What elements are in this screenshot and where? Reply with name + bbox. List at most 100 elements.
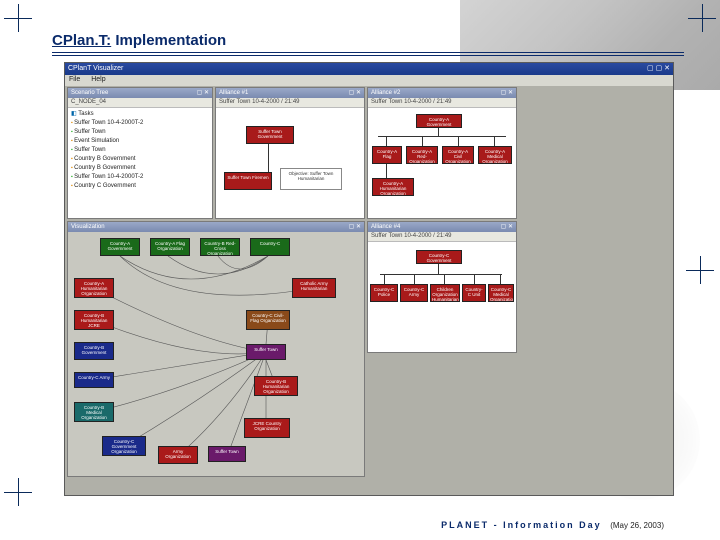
org-box[interactable]: Country-A Flag [372,146,402,164]
corner-mark-icon [688,4,716,32]
diagram-node[interactable]: Country-B Government [74,342,114,360]
diagram-node[interactable]: Catholic Army Humanitarian [292,278,336,298]
connector-line [268,144,269,172]
window-titlebar[interactable]: CPlanT Visualizer ▢ ▢ ✕ [65,63,673,75]
org-root-box[interactable]: Country-C Government [416,250,462,264]
connector-line [384,274,385,284]
org-box[interactable]: Country-C Medical Organization [488,284,514,302]
connector-line [438,264,439,274]
pane-titlebar[interactable]: Visualization ▢ ✕ [68,222,364,232]
diagram-node[interactable]: Suffer Town [208,446,246,462]
pane-titlebar[interactable]: Alliance #4 ▢ ✕ [368,222,516,232]
title-app-name: CPlan.T: [52,32,111,49]
org-box[interactable]: Country-C Unit [462,284,486,302]
tree-item[interactable]: Event Simulation [71,137,209,146]
connector-line [422,136,423,146]
connector-line [380,274,502,275]
connector-line [386,164,387,178]
org-root-box[interactable]: Country-A Government [416,114,462,128]
connector-line [494,136,495,146]
tree-item[interactable]: Suffer Town 10-4-2000T-2 [71,173,209,182]
tree-body[interactable]: Tasks Suffer Town 10-4-2000T-2 Suffer To… [68,108,212,193]
pane-title-text: Visualization [71,223,105,231]
org-box[interactable]: Children Organization Humanitarian [430,284,460,302]
org-box[interactable]: Country-A Medical Organization [478,146,512,164]
tree-item[interactable]: Suffer Town [71,146,209,155]
pane-controls-icon[interactable]: ▢ ✕ [501,223,513,231]
diagram-node[interactable]: Country-A Humanitarian Organization [74,278,114,298]
pane-toolbar: Suffer Town 10-4-2000 / 21:49 [368,98,516,108]
corner-mark-icon [4,478,32,506]
connector-line [378,136,506,137]
diagram-node[interactable]: Country-C Government Organization [102,436,146,456]
diagram-canvas[interactable]: Country-A Government Country-A Flag Organ… [68,232,364,476]
scenario-tree-pane: Scenario Tree ▢ ✕ C_NODE_04 Tasks Suffer… [67,87,213,219]
diagram-node[interactable]: Country-A Government [100,238,140,256]
connector-line [438,128,439,136]
tree-item[interactable]: Country B Government [71,155,209,164]
footer-text: PLANET - Information Day [441,520,602,530]
title-text: Implementation [111,32,226,49]
pane-toolbar: Suffer Town 10-4-2000 / 21:49 [368,232,516,242]
pane-controls-icon[interactable]: ▢ ✕ [501,89,513,97]
diagram-node[interactable]: Country-B Medical Organization [74,402,114,422]
connector-line [386,136,387,146]
org-box[interactable]: Country-C Police [370,284,398,302]
pane-titlebar[interactable]: Alliance #2 ▢ ✕ [368,88,516,98]
diagram-node[interactable]: Country-B Red-Cross Organization [200,238,240,256]
corner-mark-icon [686,256,714,284]
objective-box[interactable]: Objective: Suffer Town Humanitarian [280,168,342,190]
pane-title-text: Scenario Tree [71,89,108,97]
tree-item[interactable]: Country C Government [71,182,209,191]
toolbar-field[interactable]: C_NODE_04 [71,99,106,105]
diagram-node[interactable]: Country-B Humanitarian Organization [254,376,298,396]
diagram-node[interactable]: Army Organization [158,446,198,464]
pane-title-text: Alliance #2 [371,89,400,97]
footer: PLANET - Information Day (May 26, 2003) [441,520,664,530]
org-box[interactable]: Country-A Civil Organization [442,146,474,164]
connector-line [458,136,459,146]
window-title-text: CPlanT Visualizer [68,64,123,74]
menu-bar[interactable]: File Help [65,75,673,86]
tree-item[interactable]: Suffer Town 10-4-2000T-2 [71,119,209,128]
tree-item[interactable]: Country B Government [71,164,209,173]
footer-date: (May 26, 2003) [610,521,664,530]
connector-line [474,274,475,284]
org-box[interactable]: Suffer Town Firemen [224,172,272,190]
org-box[interactable]: Country-A Humanitarian Organization [372,178,414,196]
pane-controls-icon[interactable]: ▢ ✕ [349,223,361,231]
pane-title-text: Alliance #4 [371,223,400,231]
pane-body: Country-C Government Country-C Police Co… [368,242,516,352]
alliance-pane-1: Alliance #1 ▢ ✕ Suffer Town 10-4-2000 / … [215,87,365,219]
pane-titlebar[interactable]: Alliance #1 ▢ ✕ [216,88,364,98]
application-window: CPlanT Visualizer ▢ ▢ ✕ File Help Scenar… [64,62,674,496]
slide-title: CPlan.T: Implementation [52,32,226,49]
menu-file[interactable]: File [69,76,80,83]
pane-body: Country-A Government Country-A Flag Coun… [368,108,516,218]
tree-root[interactable]: Tasks [71,110,209,119]
menu-help[interactable]: Help [91,76,105,83]
org-box[interactable]: Country-A Red-Organization [406,146,438,164]
connector-line [444,274,445,284]
pane-controls-icon[interactable]: ▢ ✕ [349,89,361,97]
org-box[interactable]: Suffer Town Government [246,126,294,144]
pane-titlebar[interactable]: Scenario Tree ▢ ✕ [68,88,212,98]
diagram-node[interactable]: Country-B Humanitarian JCRE [74,310,114,330]
connector-line [414,274,415,284]
diagram-node[interactable]: Country-C Civil-Flag Organization [246,310,290,330]
pane-controls-icon[interactable]: ▢ ✕ [197,89,209,97]
pane-toolbar: Suffer Town 10-4-2000 / 21:49 [216,98,364,108]
org-box[interactable]: Country-C Army [400,284,428,302]
connector-line [500,274,501,284]
diagram-node[interactable]: JCRE Country Organization [244,418,290,438]
diagram-node[interactable]: Country-C Army [74,372,114,388]
title-underline [52,52,684,56]
diagram-node[interactable]: Country-C [250,238,290,256]
alliance-pane-4: Alliance #4 ▢ ✕ Suffer Town 10-4-2000 / … [367,221,517,353]
tree-item[interactable]: Suffer Town [71,128,209,137]
diagram-node[interactable]: Country-A Flag Organization [150,238,190,256]
pane-toolbar[interactable]: C_NODE_04 [68,98,212,108]
alliance-pane-2: Alliance #2 ▢ ✕ Suffer Town 10-4-2000 / … [367,87,517,219]
diagram-node[interactable]: Suffer Town [246,344,286,360]
window-controls-icon[interactable]: ▢ ▢ ✕ [647,64,670,74]
